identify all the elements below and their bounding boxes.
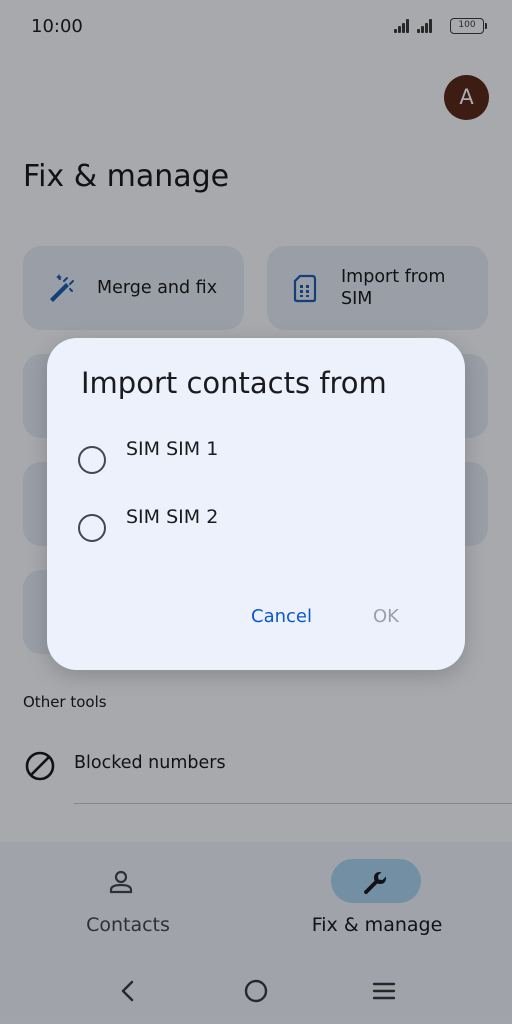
ok-button[interactable]: OK (365, 600, 407, 634)
cancel-button[interactable]: Cancel (243, 600, 320, 634)
radio-button[interactable] (78, 514, 106, 542)
option-label: SIM SIM 1 (126, 438, 219, 460)
option-sim-2[interactable]: SIM SIM 2 (47, 500, 465, 556)
radio-button[interactable] (78, 446, 106, 474)
option-label: SIM SIM 2 (126, 506, 219, 528)
import-contacts-dialog: Import contacts from SIM SIM 1 SIM SIM 2… (47, 338, 465, 670)
option-sim-1[interactable]: SIM SIM 1 (47, 432, 465, 488)
dialog-title: Import contacts from (81, 366, 387, 400)
